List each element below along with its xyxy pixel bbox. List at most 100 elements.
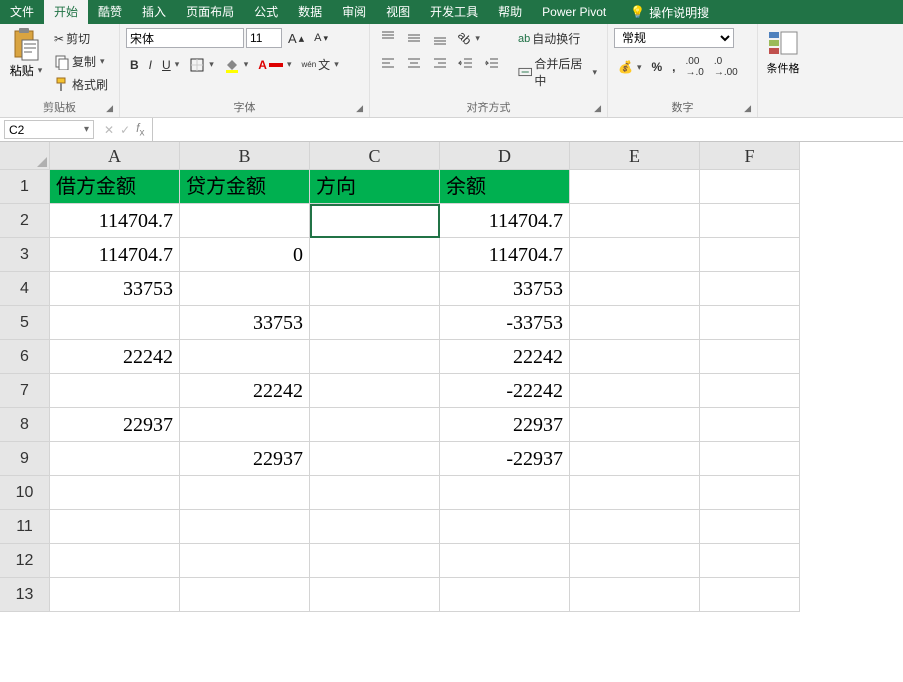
tab-file[interactable]: 文件 bbox=[0, 0, 44, 24]
merge-center-button[interactable]: 合并后居中▾ bbox=[514, 53, 601, 91]
cancel-icon[interactable]: ✕ bbox=[104, 123, 114, 137]
cell-B13[interactable] bbox=[180, 578, 310, 612]
cell-E1[interactable] bbox=[570, 170, 700, 204]
copy-button[interactable]: 复制▾ bbox=[50, 51, 112, 72]
align-bottom-button[interactable] bbox=[428, 28, 452, 48]
cell-F9[interactable] bbox=[700, 442, 800, 476]
cell-C6[interactable] bbox=[310, 340, 440, 374]
cell-B10[interactable] bbox=[180, 476, 310, 510]
cell-D3[interactable]: 114704.7 bbox=[440, 238, 570, 272]
cell-E7[interactable] bbox=[570, 374, 700, 408]
cell-F10[interactable] bbox=[700, 476, 800, 510]
cell-F5[interactable] bbox=[700, 306, 800, 340]
cell-E6[interactable] bbox=[570, 340, 700, 374]
cell-A10[interactable] bbox=[50, 476, 180, 510]
tab-view[interactable]: 视图 bbox=[376, 0, 420, 24]
cell-D10[interactable] bbox=[440, 476, 570, 510]
cell-A6[interactable]: 22242 bbox=[50, 340, 180, 374]
cell-F6[interactable] bbox=[700, 340, 800, 374]
row-header-11[interactable]: 11 bbox=[0, 510, 50, 544]
row-header-5[interactable]: 5 bbox=[0, 306, 50, 340]
cell-A5[interactable] bbox=[50, 306, 180, 340]
cell-C5[interactable] bbox=[310, 306, 440, 340]
tab-kuzan[interactable]: 酷赞 bbox=[88, 0, 132, 24]
cell-D1[interactable]: 余额 bbox=[440, 170, 570, 204]
cell-E3[interactable] bbox=[570, 238, 700, 272]
format-painter-button[interactable]: 格式刷 bbox=[50, 74, 112, 95]
orientation-button[interactable]: ab▾ bbox=[454, 29, 484, 47]
font-family-select[interactable] bbox=[126, 28, 244, 48]
cell-C13[interactable] bbox=[310, 578, 440, 612]
tab-review[interactable]: 审阅 bbox=[332, 0, 376, 24]
font-color-button[interactable]: A▾ bbox=[254, 56, 295, 74]
italic-button[interactable]: I bbox=[145, 56, 156, 74]
cell-D6[interactable]: 22242 bbox=[440, 340, 570, 374]
border-button[interactable]: ▾ bbox=[185, 55, 218, 75]
column-header-B[interactable]: B bbox=[180, 142, 310, 170]
dialog-launcher-icon[interactable]: ◢ bbox=[744, 103, 751, 114]
row-header-12[interactable]: 12 bbox=[0, 544, 50, 578]
accounting-format-button[interactable]: 💰▾ bbox=[614, 58, 645, 76]
cell-C12[interactable] bbox=[310, 544, 440, 578]
cell-B4[interactable] bbox=[180, 272, 310, 306]
cell-E11[interactable] bbox=[570, 510, 700, 544]
align-right-button[interactable] bbox=[428, 54, 452, 74]
cell-B5[interactable]: 33753 bbox=[180, 306, 310, 340]
dialog-launcher-icon[interactable]: ◢ bbox=[356, 103, 363, 114]
tab-home[interactable]: 开始 bbox=[44, 0, 88, 24]
cell-E13[interactable] bbox=[570, 578, 700, 612]
cell-D11[interactable] bbox=[440, 510, 570, 544]
cell-F11[interactable] bbox=[700, 510, 800, 544]
cell-E2[interactable] bbox=[570, 204, 700, 238]
cell-B9[interactable]: 22937 bbox=[180, 442, 310, 476]
cell-C1[interactable]: 方向 bbox=[310, 170, 440, 204]
cell-C10[interactable] bbox=[310, 476, 440, 510]
cell-E5[interactable] bbox=[570, 306, 700, 340]
column-header-E[interactable]: E bbox=[570, 142, 700, 170]
tab-page-layout[interactable]: 页面布局 bbox=[176, 0, 244, 24]
cell-C8[interactable] bbox=[310, 408, 440, 442]
cell-C7[interactable] bbox=[310, 374, 440, 408]
row-header-10[interactable]: 10 bbox=[0, 476, 50, 510]
cell-F13[interactable] bbox=[700, 578, 800, 612]
cell-A2[interactable]: 114704.7 bbox=[50, 204, 180, 238]
cell-A7[interactable] bbox=[50, 374, 180, 408]
column-header-C[interactable]: C bbox=[310, 142, 440, 170]
row-header-13[interactable]: 13 bbox=[0, 578, 50, 612]
cell-B8[interactable] bbox=[180, 408, 310, 442]
cell-C2[interactable] bbox=[310, 204, 440, 238]
row-header-4[interactable]: 4 bbox=[0, 272, 50, 306]
increase-font-button[interactable]: A▴ bbox=[284, 29, 308, 48]
cell-B12[interactable] bbox=[180, 544, 310, 578]
decrease-decimal-button[interactable]: .0→.00 bbox=[710, 54, 742, 80]
decrease-font-button[interactable]: A▾ bbox=[310, 30, 332, 46]
fill-color-button[interactable]: ▾ bbox=[220, 55, 253, 75]
cell-D13[interactable] bbox=[440, 578, 570, 612]
cell-D4[interactable]: 33753 bbox=[440, 272, 570, 306]
tab-data[interactable]: 数据 bbox=[288, 0, 332, 24]
column-header-F[interactable]: F bbox=[700, 142, 800, 170]
font-size-select[interactable] bbox=[246, 28, 282, 48]
cell-B7[interactable]: 22242 bbox=[180, 374, 310, 408]
align-center-button[interactable] bbox=[402, 54, 426, 74]
cell-A12[interactable] bbox=[50, 544, 180, 578]
tab-power-pivot[interactable]: Power Pivot bbox=[532, 0, 616, 24]
cell-A8[interactable]: 22937 bbox=[50, 408, 180, 442]
cell-F8[interactable] bbox=[700, 408, 800, 442]
select-all-corner[interactable] bbox=[0, 142, 50, 170]
row-header-2[interactable]: 2 bbox=[0, 204, 50, 238]
tab-developer[interactable]: 开发工具 bbox=[420, 0, 488, 24]
row-header-6[interactable]: 6 bbox=[0, 340, 50, 374]
cell-A3[interactable]: 114704.7 bbox=[50, 238, 180, 272]
formula-input[interactable] bbox=[152, 118, 903, 141]
cell-E10[interactable] bbox=[570, 476, 700, 510]
cell-F3[interactable] bbox=[700, 238, 800, 272]
cell-C9[interactable] bbox=[310, 442, 440, 476]
cell-A1[interactable]: 借方金额 bbox=[50, 170, 180, 204]
number-format-select[interactable]: 常规 bbox=[614, 28, 734, 48]
cell-B2[interactable] bbox=[180, 204, 310, 238]
cut-button[interactable]: ✂剪切 bbox=[50, 28, 112, 49]
cell-B11[interactable] bbox=[180, 510, 310, 544]
cell-F1[interactable] bbox=[700, 170, 800, 204]
cell-D2[interactable]: 114704.7 bbox=[440, 204, 570, 238]
